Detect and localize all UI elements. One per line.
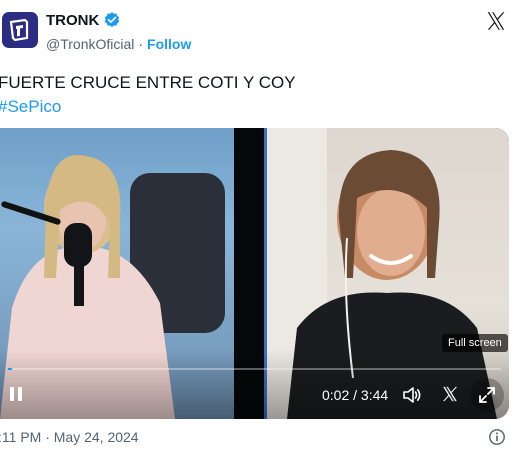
pause-icon[interactable]	[8, 386, 24, 402]
verified-badge-icon	[105, 12, 120, 28]
video-controls-shade	[0, 349, 509, 419]
fullscreen-tooltip: Full screen	[442, 334, 508, 352]
tweet-timestamp[interactable]: :11 PM · May 24, 2024	[0, 429, 139, 445]
avatar[interactable]	[2, 12, 38, 48]
x-logo-icon[interactable]	[485, 10, 507, 32]
progress-bar[interactable]	[8, 368, 501, 370]
info-icon[interactable]	[488, 428, 506, 446]
video-player[interactable]: Full screen 0:02 / 3:44	[0, 128, 509, 419]
video-time: 0:02 / 3:44	[322, 387, 389, 403]
separator-dot: ·	[138, 36, 144, 52]
fullscreen-button[interactable]	[470, 378, 504, 412]
tweet-text: FUERTE CRUCE ENTRE COTI Y COY #SePico	[0, 71, 296, 119]
volume-icon[interactable]	[402, 385, 422, 405]
follow-button[interactable]: Follow	[147, 36, 191, 52]
tweet-body: FUERTE CRUCE ENTRE COTI Y COY	[0, 73, 296, 92]
tweet-header: TRONK @TronkOficial · Follow	[0, 0, 519, 60]
x-share-icon[interactable]	[441, 385, 459, 403]
hashtag-link[interactable]: #SePico	[0, 95, 296, 119]
progress-fill	[8, 368, 13, 370]
tronk-logo-icon	[9, 18, 29, 42]
account-name[interactable]: TRONK	[46, 12, 99, 29]
fullscreen-icon	[479, 387, 495, 403]
account-handle[interactable]: @TronkOficial	[46, 36, 134, 52]
